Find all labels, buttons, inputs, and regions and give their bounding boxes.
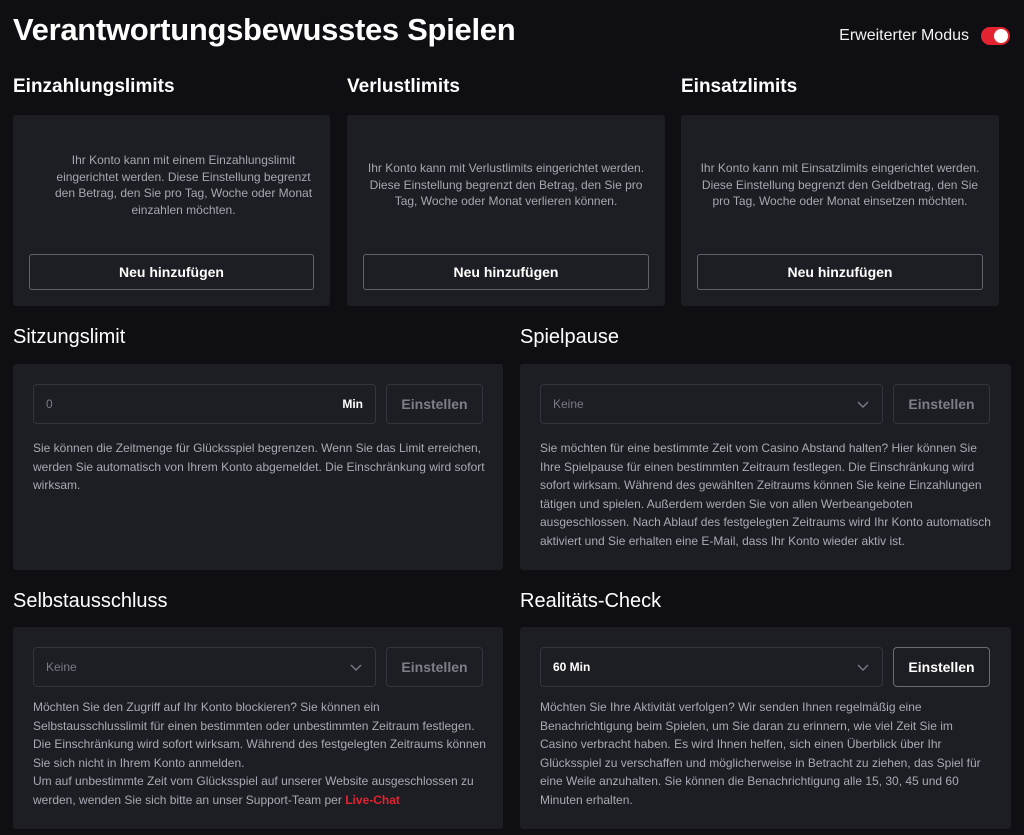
wager-limits-card: Ihr Konto kann mit Einsatzlimits eingeri… <box>681 115 999 306</box>
session-limit-unit: Min <box>342 397 363 411</box>
reality-check-title: Realitäts-Check <box>520 590 662 612</box>
self-exclusion-card: Keine Einstellen Möchten Sie den Zugriff… <box>13 627 503 829</box>
reality-check-select[interactable]: 60 Min <box>540 647 883 687</box>
advanced-mode-label: Erweiterter Modus <box>839 27 969 44</box>
session-limit-card: 0 Min Einstellen Sie können die Zeitmeng… <box>13 364 503 570</box>
session-limit-title: Sitzungslimit <box>13 326 126 348</box>
advanced-mode: Erweiterter Modus <box>839 27 1010 45</box>
live-chat-link[interactable]: Live-Chat <box>345 793 400 807</box>
self-exclusion-text-2: Um auf unbestimmte Zeit vom Glücksspiel … <box>33 774 474 807</box>
self-exclusion-selected: Keine <box>46 660 77 674</box>
wager-limits-title: Einsatzlimits <box>681 76 798 97</box>
reality-check-selected: 60 Min <box>553 660 591 674</box>
game-break-description: Sie möchten für eine bestimmte Zeit vom … <box>540 441 991 548</box>
add-deposit-limit-button[interactable]: Neu hinzufügen <box>29 254 314 290</box>
session-limit-value: 0 <box>46 397 53 411</box>
game-break-card: Keine Einstellen Sie möchten für eine be… <box>520 364 1011 570</box>
game-break-select[interactable]: Keine <box>540 384 883 424</box>
chevron-down-icon <box>857 664 869 671</box>
session-limit-input[interactable]: 0 Min <box>33 384 376 424</box>
game-break-set-button[interactable]: Einstellen <box>893 384 990 424</box>
loss-limits-description: Ihr Konto kann mit Verlustlimits eingeri… <box>367 161 645 208</box>
deposit-limits-title: Einzahlungslimits <box>13 76 175 97</box>
chevron-down-icon <box>350 664 362 671</box>
loss-limits-title: Verlustlimits <box>347 76 460 97</box>
self-exclusion-text: Möchten Sie den Zugriff auf Ihr Konto bl… <box>33 700 486 770</box>
reality-check-description: Möchten Sie Ihre Aktivität verfolgen? Wi… <box>540 700 981 807</box>
wager-limits-description: Ihr Konto kann mit Einsatzlimits eingeri… <box>700 161 980 208</box>
advanced-mode-toggle[interactable] <box>981 27 1010 45</box>
reality-check-set-button[interactable]: Einstellen <box>893 647 990 687</box>
game-break-selected: Keine <box>553 397 584 411</box>
loss-limits-card: Ihr Konto kann mit Verlustlimits eingeri… <box>347 115 665 306</box>
self-exclusion-title: Selbstausschluss <box>13 590 168 612</box>
chevron-down-icon <box>857 401 869 408</box>
game-break-title: Spielpause <box>520 326 619 348</box>
reality-check-card: 60 Min Einstellen Möchten Sie Ihre Aktiv… <box>520 627 1011 829</box>
self-exclusion-set-button[interactable]: Einstellen <box>386 647 483 687</box>
self-exclusion-description: Möchten Sie den Zugriff auf Ihr Konto bl… <box>33 698 487 809</box>
add-wager-limit-button[interactable]: Neu hinzufügen <box>697 254 983 290</box>
session-limit-description: Sie können die Zeitmenge für Glücksspiel… <box>33 441 485 492</box>
deposit-limits-card: Ihr Konto kann mit einem Einzahlungslimi… <box>13 115 330 306</box>
toggle-knob <box>994 29 1008 43</box>
self-exclusion-select[interactable]: Keine <box>33 647 376 687</box>
page-title: Verantwortungsbewusstes Spielen <box>13 12 516 47</box>
session-limit-set-button[interactable]: Einstellen <box>386 384 483 424</box>
deposit-limits-description: Ihr Konto kann mit einem Einzahlungslimi… <box>54 153 313 217</box>
add-loss-limit-button[interactable]: Neu hinzufügen <box>363 254 649 290</box>
